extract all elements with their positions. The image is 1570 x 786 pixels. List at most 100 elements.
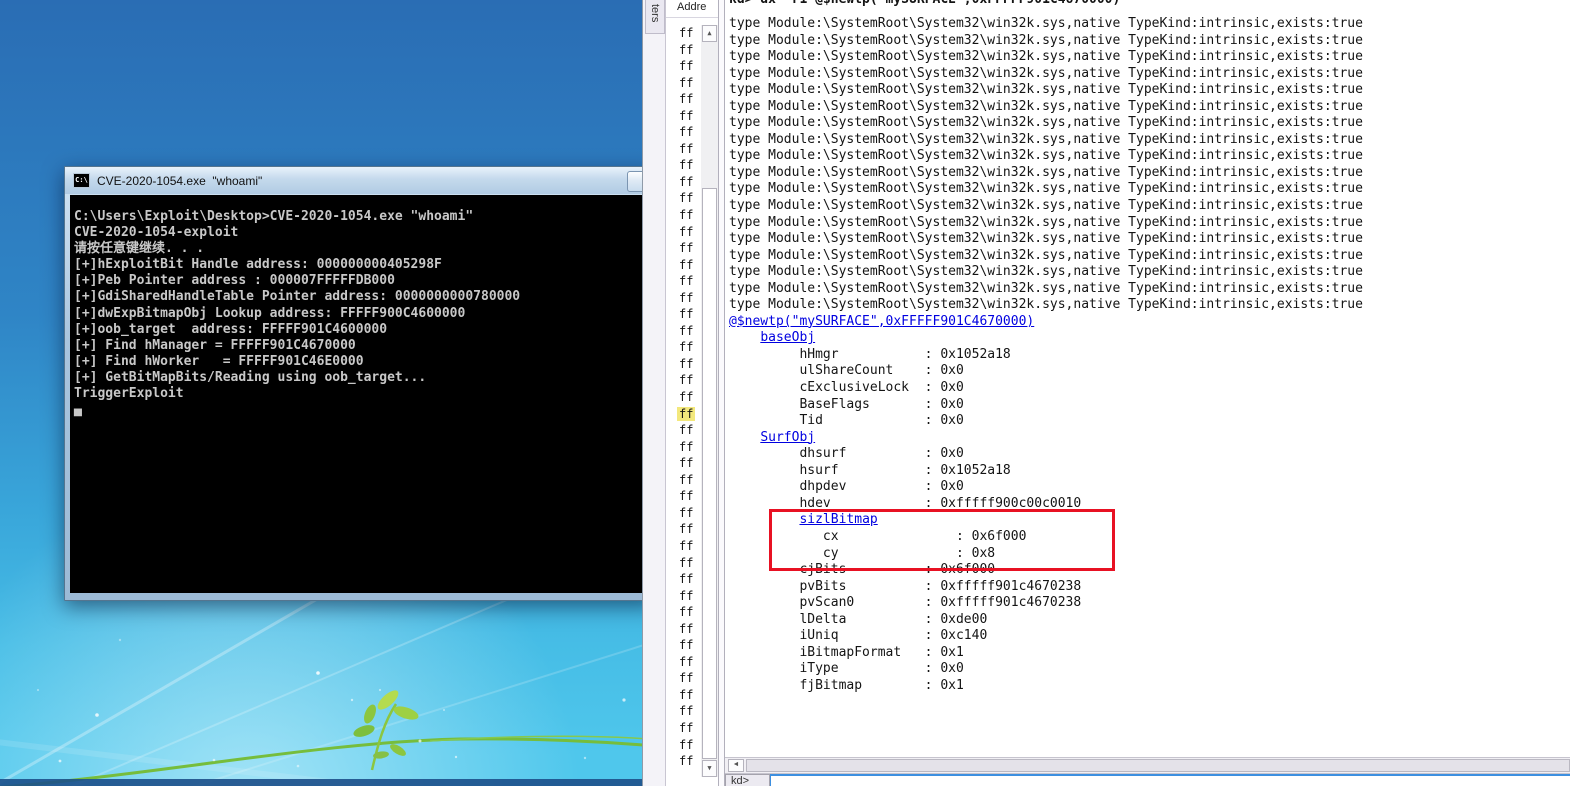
address-row[interactable]: ff bbox=[666, 521, 701, 538]
dx-object-line: sizlBitmap bbox=[729, 512, 1570, 529]
console-line: C:\Users\Exploit\Desktop>CVE-2020-1054.e… bbox=[74, 209, 474, 224]
address-row[interactable]: ff bbox=[666, 571, 701, 588]
dx-object-line: SurfObj bbox=[729, 430, 1570, 447]
horizontal-scrollbar-thumb[interactable] bbox=[746, 759, 1570, 772]
output-line: type Module:\SystemRoot\System32\win32k.… bbox=[729, 280, 1363, 296]
address-row[interactable]: ff bbox=[666, 356, 701, 373]
console-line: [+] GetBitMapBits/Reading using oob_targ… bbox=[74, 369, 427, 385]
output-line: ulShareCount : 0x0 bbox=[729, 363, 964, 379]
address-row[interactable]: ff bbox=[666, 75, 701, 92]
output-line: iUniq : 0xc140 bbox=[729, 628, 988, 644]
address-row[interactable]: ff bbox=[666, 555, 701, 572]
address-row[interactable]: ff bbox=[666, 339, 701, 356]
registers-panel-tab[interactable]: ters bbox=[645, 0, 665, 34]
output-line: cy : 0x8 bbox=[729, 545, 996, 561]
output-line: type Module:\SystemRoot\System32\win32k.… bbox=[729, 264, 1363, 280]
address-row[interactable]: ff bbox=[666, 588, 701, 605]
registers-tab-label: ters bbox=[649, 3, 661, 23]
address-row[interactable]: ff bbox=[666, 224, 701, 241]
dml-link[interactable]: sizlBitmap bbox=[799, 512, 877, 527]
address-row[interactable]: ff bbox=[666, 720, 701, 737]
command-output-pane[interactable]: kd> dx -r1 @$newtp("mySURFACE",0xFFFFF90… bbox=[725, 0, 1570, 786]
output-line: BaseFlags : 0x0 bbox=[729, 396, 964, 412]
address-row[interactable]: ff bbox=[666, 58, 701, 75]
output-line: Tid : 0x0 bbox=[729, 413, 964, 429]
console-line: [+] Find hWorker = FFFFF901C46E0000 bbox=[74, 353, 364, 369]
scroll-down-arrow-icon[interactable]: ▼ bbox=[702, 760, 717, 777]
dml-link[interactable]: @$newtp("mySURFACE",0xFFFFF901C4670000) bbox=[729, 314, 1034, 329]
output-line: type Module:\SystemRoot\System32\win32k.… bbox=[729, 164, 1363, 180]
address-row[interactable]: ff bbox=[666, 753, 701, 770]
address-row[interactable]: ff bbox=[666, 174, 701, 191]
console-line: [+] Find hManager = FFFFF901C4670000 bbox=[74, 337, 356, 353]
console-line: CVE-2020-1054-exploit bbox=[74, 225, 239, 241]
address-row[interactable]: ff bbox=[666, 257, 701, 274]
scroll-left-arrow-icon[interactable]: ◄ bbox=[728, 759, 744, 772]
address-row[interactable]: ff bbox=[666, 604, 701, 621]
address-row[interactable]: ff bbox=[666, 124, 701, 141]
address-row[interactable]: ff bbox=[666, 654, 701, 671]
address-row[interactable]: ff bbox=[666, 290, 701, 307]
address-row[interactable]: ff bbox=[666, 323, 701, 340]
output-line: type Module:\SystemRoot\System32\win32k.… bbox=[729, 98, 1363, 114]
address-row[interactable]: ff bbox=[666, 273, 701, 290]
vertical-scrollbar-thumb[interactable] bbox=[702, 188, 717, 759]
console-line: TriggerExploit bbox=[74, 386, 184, 402]
address-row[interactable]: ff bbox=[666, 472, 701, 489]
output-line: type Module:\SystemRoot\System32\win32k.… bbox=[729, 32, 1363, 48]
address-row[interactable]: ff bbox=[666, 538, 701, 555]
console-titlebar[interactable]: C:\ CVE-2020-1054.exe "whoami" bbox=[65, 167, 655, 194]
address-row[interactable]: ff bbox=[666, 42, 701, 59]
address-row[interactable]: ff bbox=[666, 637, 701, 654]
vertical-scrollbar[interactable]: ▲ ▼ bbox=[701, 25, 718, 777]
address-row[interactable]: ff bbox=[666, 488, 701, 505]
address-row[interactable]: ff bbox=[666, 687, 701, 704]
console-line: [+]Peb Pointer address : 000007FFFFFDB00… bbox=[74, 273, 395, 289]
output-line: type Module:\SystemRoot\System32\win32k.… bbox=[729, 131, 1363, 147]
address-row[interactable]: ff bbox=[666, 157, 701, 174]
address-row[interactable]: ff bbox=[666, 505, 701, 522]
console-line: [+]dwExpBitmapObj Lookup address: FFFFF9… bbox=[74, 305, 466, 321]
output-line: type Module:\SystemRoot\System32\win32k.… bbox=[729, 82, 1363, 98]
horizontal-scrollbar[interactable]: ◄ bbox=[725, 757, 1570, 774]
address-row[interactable]: ff bbox=[666, 108, 701, 125]
dml-link[interactable]: baseObj bbox=[760, 330, 815, 345]
address-row[interactable]: ff bbox=[666, 141, 701, 158]
output-line: type Module:\SystemRoot\System32\win32k.… bbox=[729, 247, 1363, 263]
address-row[interactable]: ff bbox=[666, 737, 701, 754]
address-row[interactable]: ff bbox=[666, 91, 701, 108]
address-row[interactable]: ff bbox=[666, 406, 701, 423]
address-row[interactable]: ff bbox=[666, 455, 701, 472]
output-line: fjBitmap : 0x1 bbox=[729, 677, 964, 693]
output-line: cx : 0x6f000 bbox=[729, 528, 1027, 544]
output-line: type Module:\SystemRoot\System32\win32k.… bbox=[729, 16, 1363, 31]
address-row[interactable]: ff bbox=[666, 389, 701, 406]
output-line: iType : 0x0 bbox=[729, 661, 964, 677]
address-row[interactable]: ff bbox=[666, 190, 701, 207]
kd-prompt-label: kd> bbox=[725, 774, 770, 786]
output-line: type Module:\SystemRoot\System32\win32k.… bbox=[729, 65, 1363, 81]
dml-link[interactable]: SurfObj bbox=[760, 430, 815, 445]
console-line: [+]GdiSharedHandleTable Pointer address:… bbox=[74, 289, 521, 305]
address-row[interactable]: ff bbox=[666, 207, 701, 224]
output-line: dhsurf : 0x0 bbox=[729, 446, 964, 462]
address-row[interactable]: ff bbox=[666, 372, 701, 389]
output-line: type Module:\SystemRoot\System32\win32k.… bbox=[729, 115, 1363, 131]
address-pane: Addre ff ff ff ff ff ff ff ff ff ff ff ff ff ff ff ff ff… bbox=[666, 0, 719, 786]
console-window: C:\ CVE-2020-1054.exe "whoami" C:\Users\… bbox=[64, 166, 656, 601]
output-line: type Module:\SystemRoot\System32\win32k.… bbox=[729, 231, 1363, 247]
address-row[interactable]: ff bbox=[666, 439, 701, 456]
debugger-prompt-row: kd> bbox=[725, 774, 1570, 786]
clipped-command-line: kd> dx -r1 @$newtp("mySURFACE",0xFFFFF90… bbox=[729, 0, 1570, 10]
address-row[interactable]: ff bbox=[666, 306, 701, 323]
scroll-up-arrow-icon[interactable]: ▲ bbox=[702, 25, 717, 42]
debugger-command-input[interactable] bbox=[770, 774, 1570, 786]
address-row[interactable]: ff bbox=[666, 422, 701, 439]
address-row[interactable]: ff bbox=[666, 621, 701, 638]
console-body[interactable]: C:\Users\Exploit\Desktop>CVE-2020-1054.e… bbox=[70, 195, 651, 593]
address-row[interactable]: ff bbox=[666, 703, 701, 720]
address-row[interactable]: ff bbox=[666, 240, 701, 257]
address-row[interactable]: ff bbox=[666, 670, 701, 687]
address-row[interactable]: ff bbox=[666, 25, 701, 42]
output-line: dhpdev : 0x0 bbox=[729, 479, 964, 495]
